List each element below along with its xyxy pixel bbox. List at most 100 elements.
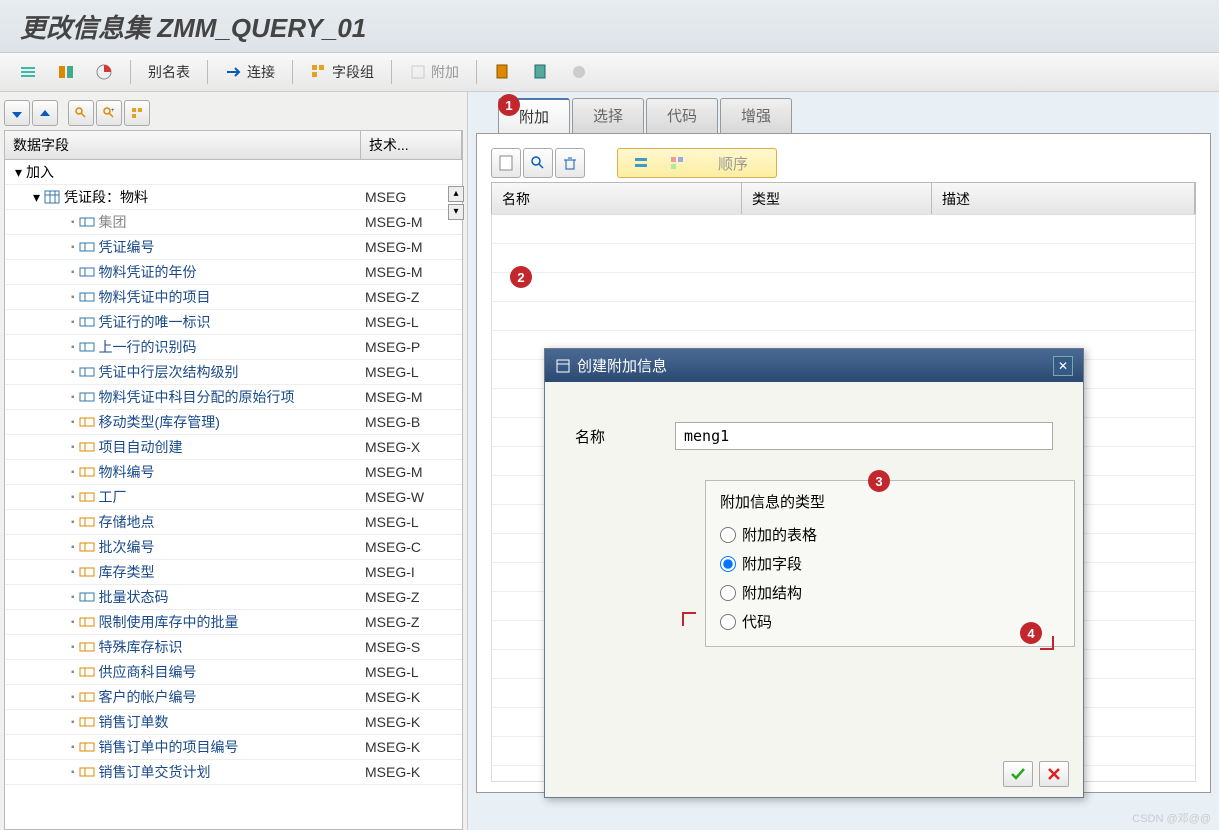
- close-icon[interactable]: ✕: [1053, 356, 1073, 376]
- delete-button[interactable]: [555, 148, 585, 178]
- seq-icon-2[interactable]: [662, 148, 692, 178]
- tree-item[interactable]: ▪批次编号MSEG-C: [5, 535, 462, 560]
- tree-btn-4[interactable]: +: [96, 100, 122, 126]
- field-icon: [79, 390, 95, 404]
- svg-text:+: +: [111, 108, 115, 114]
- new-button[interactable]: [491, 148, 521, 178]
- tree-btn-3[interactable]: [68, 100, 94, 126]
- separator: [207, 60, 208, 84]
- field-icon: [79, 465, 95, 479]
- annotation-3: 3: [868, 470, 890, 492]
- separator: [130, 60, 131, 84]
- attach-button: 附加: [400, 58, 468, 86]
- tree-item[interactable]: ▪批量状态码MSEG-Z: [5, 585, 462, 610]
- grid-col-desc[interactable]: 描述: [932, 183, 1195, 215]
- field-icon: [79, 515, 95, 529]
- separator: [476, 60, 477, 84]
- name-input[interactable]: [675, 422, 1053, 450]
- tree-item[interactable]: ▪凭证编号MSEG-M: [5, 235, 462, 260]
- tree-item[interactable]: ▪物料凭证中科目分配的原始行项MSEG-M: [5, 385, 462, 410]
- tree-item[interactable]: ▪销售订单交货计划MSEG-K: [5, 760, 462, 785]
- tree-item[interactable]: ▪客户的帐户编号MSEG-K: [5, 685, 462, 710]
- tree-body[interactable]: ▾加入 ▾凭证段：物料 MSEG ▪集团MSEG-M▪凭证编号MSEG-M▪物料…: [4, 160, 463, 830]
- tab-2[interactable]: 代码: [646, 98, 718, 133]
- title-bar: 更改信息集 ZMM_QUERY_01: [0, 0, 1219, 52]
- field-icon: [79, 765, 95, 779]
- tree-item[interactable]: ▪销售订单数MSEG-K: [5, 710, 462, 735]
- expand-icon[interactable]: ▾: [33, 189, 40, 206]
- grid-header: 名称 类型 描述: [491, 182, 1196, 216]
- tool-icon-3[interactable]: [86, 59, 122, 85]
- field-icon: [79, 265, 95, 279]
- field-icon: [79, 690, 95, 704]
- field-icon: [79, 415, 95, 429]
- radio-0[interactable]: 附加的表格: [720, 520, 1060, 549]
- grid-col-name[interactable]: 名称: [492, 183, 742, 215]
- tree-header: 数据字段 技术...: [4, 130, 463, 160]
- expand-icon[interactable]: ▾: [15, 164, 22, 181]
- page-title: 更改信息集 ZMM_QUERY_01: [20, 8, 366, 45]
- dialog-title: 创建附加信息: [577, 355, 667, 376]
- scroll-up-icon[interactable]: ▴: [448, 186, 464, 202]
- radio-1[interactable]: 附加字段: [720, 549, 1060, 578]
- tree-item[interactable]: ▪上一行的识别码MSEG-P: [5, 335, 462, 360]
- tree-item[interactable]: ▪凭证中行层次结构级别MSEG-L: [5, 360, 462, 385]
- tree-item[interactable]: ▪限制使用库存中的批量MSEG-Z: [5, 610, 462, 635]
- groupbox-title: 附加信息的类型: [720, 491, 1060, 512]
- detail-button[interactable]: [523, 148, 553, 178]
- seq-icon-1[interactable]: [626, 148, 656, 178]
- cancel-button[interactable]: [1039, 761, 1069, 787]
- field-icon: [79, 715, 95, 729]
- tree-item[interactable]: ▪物料编号MSEG-M: [5, 460, 462, 485]
- tool-icon-1[interactable]: [10, 59, 46, 85]
- field-group-button[interactable]: 字段组: [301, 58, 383, 86]
- tree-item[interactable]: ▪凭证行的唯一标识MSEG-L: [5, 310, 462, 335]
- tree-item[interactable]: ▪集团MSEG-M: [5, 210, 462, 235]
- tree-item[interactable]: ▪存储地点MSEG-L: [5, 510, 462, 535]
- field-icon: [79, 590, 95, 604]
- dialog-titlebar[interactable]: 创建附加信息 ✕: [545, 349, 1083, 382]
- tab-3[interactable]: 增强: [720, 98, 792, 133]
- tree-root[interactable]: ▾加入: [5, 160, 462, 185]
- tree-btn-5[interactable]: [124, 100, 150, 126]
- tree-btn-1[interactable]: [4, 100, 30, 126]
- field-icon: [79, 240, 95, 254]
- field-icon: [79, 290, 95, 304]
- alias-table-button[interactable]: 别名表: [139, 58, 199, 86]
- tab-strip: 附加选择代码增强: [498, 98, 1219, 133]
- tree-btn-2[interactable]: [32, 100, 58, 126]
- tree-item[interactable]: ▪移动类型(库存管理)MSEG-B: [5, 410, 462, 435]
- tree-item[interactable]: ▪项目自动创建MSEG-X: [5, 435, 462, 460]
- tool-icon-4[interactable]: [485, 59, 521, 85]
- tab-1[interactable]: 选择: [572, 98, 644, 133]
- field-icon: [79, 340, 95, 354]
- tree-mseg[interactable]: ▾凭证段：物料 MSEG: [5, 185, 462, 210]
- sequence-toolbar: 顺序: [617, 148, 777, 178]
- tool-icon-5[interactable]: [523, 59, 559, 85]
- tree-item[interactable]: ▪供应商科目编号MSEG-L: [5, 660, 462, 685]
- tree-item[interactable]: ▪工厂MSEG-W: [5, 485, 462, 510]
- separator: [391, 60, 392, 84]
- connect-button[interactable]: 连接: [216, 58, 284, 86]
- field-icon: [79, 615, 95, 629]
- bracket-br: [1040, 636, 1054, 650]
- tool-icon-6[interactable]: [561, 59, 597, 85]
- tool-icon-2[interactable]: [48, 59, 84, 85]
- tree-item[interactable]: ▪库存类型MSEG-I: [5, 560, 462, 585]
- dialog-icon: [555, 358, 571, 374]
- grid-col-type[interactable]: 类型: [742, 183, 932, 215]
- field-icon: [79, 665, 95, 679]
- annotation-4: 4: [1020, 622, 1042, 644]
- ok-button[interactable]: [1003, 761, 1033, 787]
- tree-header-label[interactable]: 数据字段: [5, 131, 361, 159]
- sequence-label[interactable]: 顺序: [698, 153, 768, 174]
- tree-item[interactable]: ▪特殊库存标识MSEG-S: [5, 635, 462, 660]
- tree-header-tech[interactable]: 技术...: [361, 131, 462, 159]
- radio-3[interactable]: 代码: [720, 607, 1060, 636]
- tree-item[interactable]: ▪销售订单中的项目编号MSEG-K: [5, 735, 462, 760]
- radio-2[interactable]: 附加结构: [720, 578, 1060, 607]
- tree-item[interactable]: ▪物料凭证的年份MSEG-M: [5, 260, 462, 285]
- tree-item[interactable]: ▪物料凭证中的项目MSEG-Z: [5, 285, 462, 310]
- scroll-down-icon[interactable]: ▾: [448, 204, 464, 220]
- field-icon: [79, 440, 95, 454]
